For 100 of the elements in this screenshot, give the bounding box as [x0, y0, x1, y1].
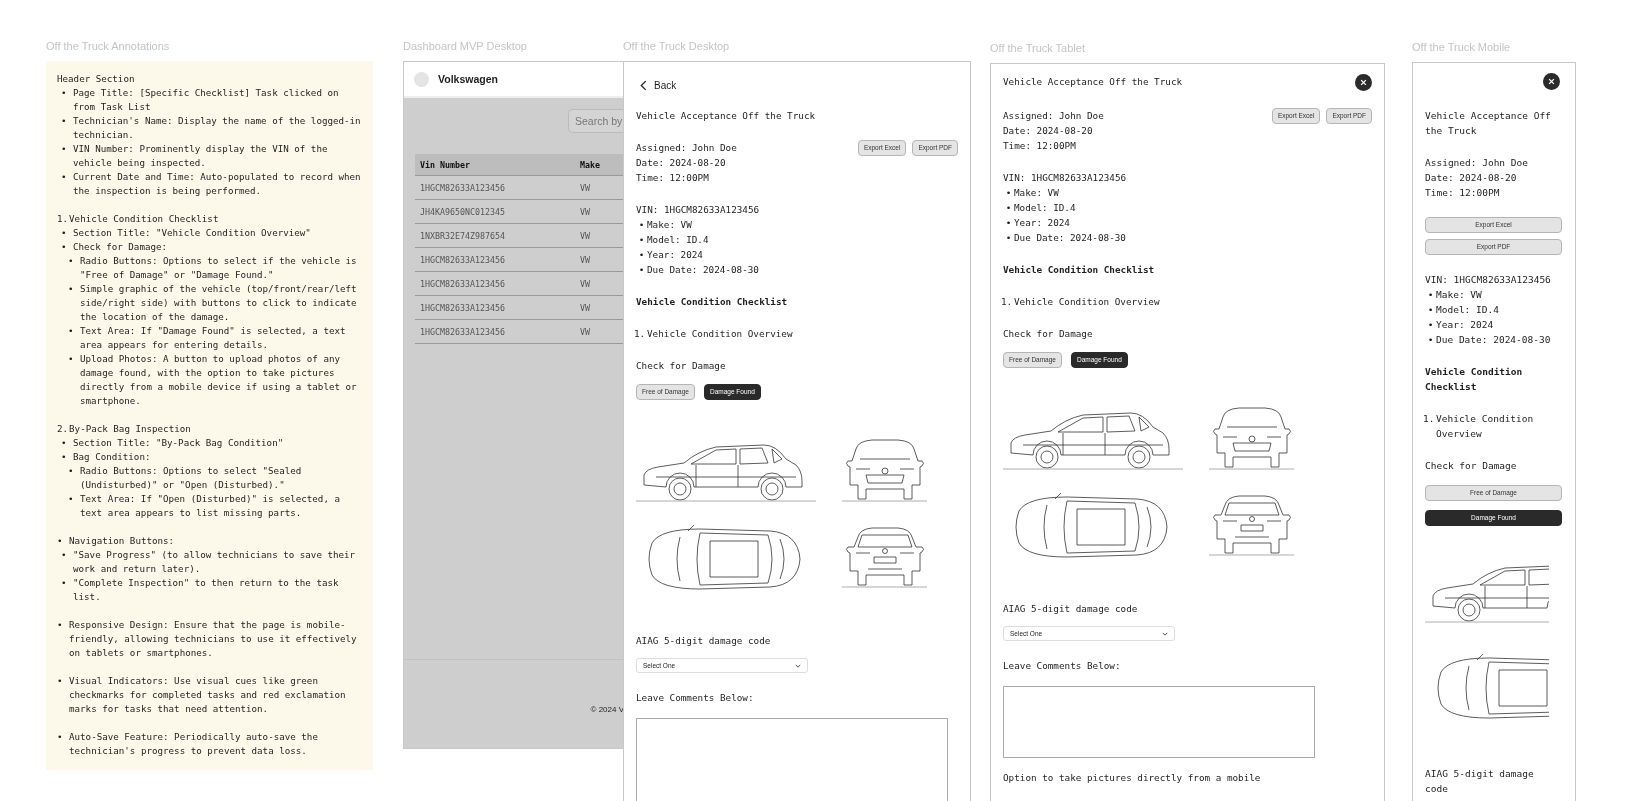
info-text: Date: 2024-08-20	[1003, 124, 1094, 138]
list-marker: •	[68, 464, 75, 478]
table-cell-text: VW	[580, 326, 591, 337]
annotation-text: Simple graphic of the vehicle (top/front/rear/left side/right side) with buttons to click to indicate the location of the damage.	[80, 282, 358, 324]
annotation-text: Technician's Name: Display the name of the logged-in technician.	[73, 114, 362, 142]
annotation-text: Text Area: If "Open (Disturbed)" is selected, a text area appears to list missing parts.	[80, 492, 341, 520]
close-icon[interactable]	[1355, 74, 1372, 91]
field-label: AIAG 5-digit damage code	[1425, 767, 1535, 796]
annotation-text: Header Section	[57, 72, 136, 86]
annotation-text: Text Area: If "Damage Found" is selected, a text area appears for entering details.	[80, 324, 347, 352]
annotation-text: Radio Buttons: Options to select "Sealed (Undisturbed)" or "Open (Disturbed)."	[80, 464, 303, 492]
list-marker: •	[68, 352, 75, 366]
annotation-text: VIN Number: Prominently display the VIN of the vehicle being inspected.	[73, 142, 329, 170]
list-marker: •	[61, 226, 68, 240]
search-field[interactable]: Search by	[568, 109, 624, 133]
section-title: Vehicle Condition Overview	[1014, 295, 1160, 309]
table-cell-text: 1HGCM82633A123456	[419, 254, 506, 265]
chevron-left-icon	[640, 80, 647, 91]
detail-text: Make: VW	[1014, 186, 1059, 200]
list-marker: •	[1004, 201, 1013, 215]
table-cell-text: JH4KA9650NC012345	[419, 206, 506, 217]
avatar-icon	[414, 71, 429, 87]
list-marker: •	[637, 263, 646, 277]
annotation-text: Current Date and Time: Auto-populated to record when the inspection is being performed.	[73, 170, 362, 198]
detail-text: Year: 2024	[1014, 216, 1070, 230]
info-text: Date: 2024-08-20	[1425, 171, 1518, 185]
list-marker: 2.	[57, 422, 69, 436]
table-cell-text: VW	[580, 230, 591, 241]
table-cell-text: 1NXBR32E74Z987654	[419, 230, 506, 241]
table-cell-text: VW	[580, 206, 591, 217]
list-marker: •	[61, 548, 68, 562]
field-label: Leave Comments Below:	[1003, 659, 1122, 673]
detail-text: Model: ID.4	[647, 233, 709, 247]
list-marker: •	[57, 618, 64, 632]
vin-text: VIN: 1HGCM82633A123456	[1003, 171, 1128, 185]
list-marker: •	[61, 450, 68, 464]
annotation-text: Section Title: "Vehicle Condition Overview"	[73, 226, 312, 240]
detail-text: Model: ID.4	[1436, 303, 1499, 317]
list-marker: •	[61, 86, 68, 100]
column-header: Make	[580, 159, 601, 170]
list-marker: •	[68, 254, 75, 268]
section-heading: Vehicle Condition Checklist	[636, 295, 789, 309]
field-label: Option to take pictures directly from a mobile	[1003, 771, 1262, 785]
close-icon[interactable]	[1543, 73, 1560, 90]
vin-text: VIN: 1HGCM82633A123456	[1425, 273, 1552, 287]
detail-text: Year: 2024	[647, 248, 703, 262]
table-cell-text: 1HGCM82633A123456	[419, 278, 506, 289]
info-text: Time: 12:00PM	[1425, 186, 1501, 200]
vin-text: VIN: 1HGCM82633A123456	[636, 203, 761, 217]
list-marker: •	[61, 114, 68, 128]
section-title: Vehicle Condition Overview	[647, 327, 793, 341]
car-front-drawing[interactable]	[1209, 405, 1294, 471]
annotation-text: Check for Damage:	[73, 240, 169, 254]
detail-text: Model: ID.4	[1014, 201, 1076, 215]
info-text: Assigned: John Doe	[1003, 109, 1104, 123]
list-marker: •	[637, 233, 646, 247]
back-label[interactable]: Back	[654, 78, 677, 93]
list-marker: •	[57, 674, 64, 688]
annotation-text: Upload Photos: A button to upload photos of any damage found, with the option to take pictures directly from a mobile device if using a tablet or smartphone.	[80, 352, 358, 408]
detail-text: Make: VW	[647, 218, 692, 232]
list-marker: •	[61, 436, 68, 450]
list-marker: •	[1426, 303, 1435, 317]
car-front-drawing[interactable]	[842, 437, 927, 503]
back-link[interactable]: Back	[640, 78, 958, 93]
list-marker: •	[68, 492, 75, 506]
field-label: AIAG 5-digit damage code	[636, 634, 772, 648]
section-heading: Vehicle Condition Checklist	[1003, 263, 1156, 277]
list-marker: 1.	[57, 212, 69, 226]
list-marker: •	[68, 282, 75, 296]
brand-name: Volkswagen	[438, 73, 498, 85]
info-text: Time: 12:00PM	[636, 171, 710, 185]
field-label: AIAG 5-digit damage code	[1003, 602, 1139, 616]
info-text: Assigned: John Doe	[636, 141, 737, 155]
chevron-down-icon	[1162, 631, 1168, 636]
annotation-text: Page Title: [Specific Checklist] Task clicked on from Task List	[73, 86, 340, 114]
section-heading: Vehicle Condition Checklist	[1425, 365, 1524, 394]
comments-field[interactable]	[1003, 686, 1315, 758]
chevron-down-icon	[795, 663, 801, 668]
column-header: Vin Number	[419, 159, 471, 170]
detail-text: Make: VW	[1436, 288, 1482, 302]
info-text: Date: 2024-08-20	[636, 156, 727, 170]
list-marker: •	[1426, 318, 1435, 332]
list-marker: •	[1426, 288, 1435, 302]
annotation-text: Vehicle Condition Checklist	[69, 212, 220, 226]
list-marker: •	[57, 534, 64, 548]
list-marker: 1.	[1001, 295, 1012, 309]
list-marker: •	[61, 240, 68, 254]
annotation-text: Radio Buttons: Options to select if the vehicle is "Free of Damage" or "Damage Found."	[80, 254, 358, 282]
list-marker: •	[61, 142, 68, 156]
detail-text: Due Date: 2024-08-30	[1014, 231, 1126, 245]
section-title: Vehicle Condition Overview	[1436, 412, 1535, 441]
annotation-text: Section Title: "By-Pack Bag Condition"	[73, 436, 285, 450]
info-text: Assigned: John Doe	[1425, 156, 1529, 170]
annotation-text: "Complete Inspection" to then return to the task list.	[73, 576, 340, 604]
list-marker: •	[61, 170, 68, 184]
page-title: Vehicle Acceptance Off the Truck	[1003, 75, 1183, 89]
table-cell-text: VW	[580, 278, 591, 289]
annotation-text: By-Pack Bag Inspection	[69, 422, 192, 436]
list-marker: •	[57, 730, 64, 744]
list-marker: •	[1004, 186, 1013, 200]
